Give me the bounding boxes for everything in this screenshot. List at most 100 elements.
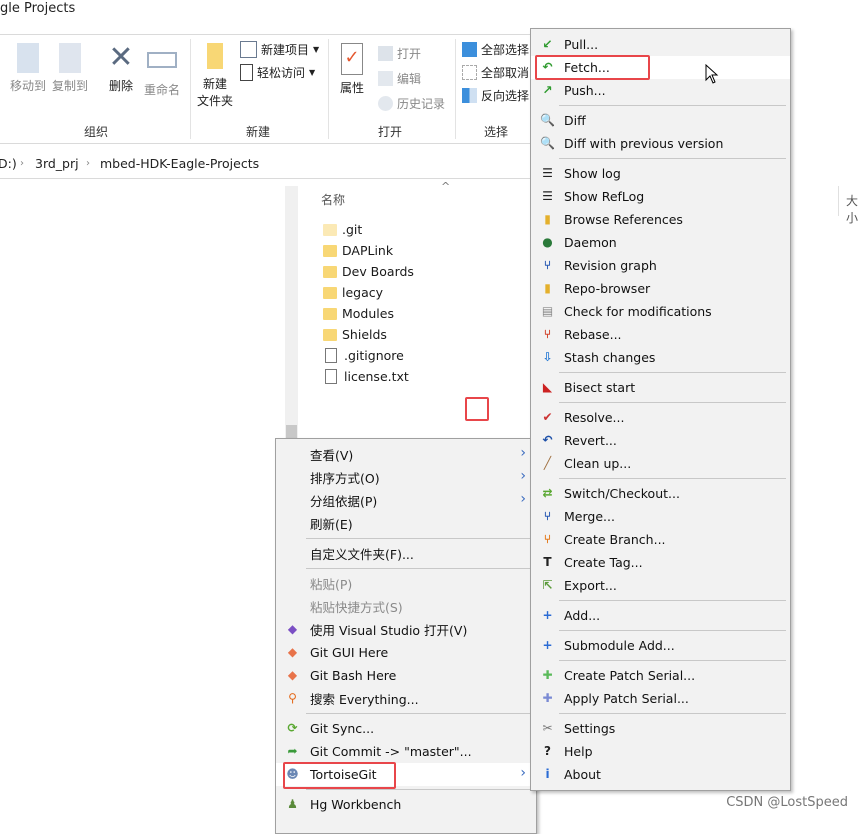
menu-item-help[interactable]: ? Help xyxy=(531,740,790,763)
history-icon xyxy=(378,96,393,111)
menu-item-v[interactable]: 查看(V) › xyxy=(276,443,536,466)
menu-item-label: Add... xyxy=(564,608,601,623)
easy-access-button[interactable]: 轻松访问 ▼ xyxy=(240,64,315,81)
address-bar[interactable]: D:) › 3rd_prj › mbed-HDK-Eagle-Projects xyxy=(0,150,540,179)
file-row[interactable]: .git xyxy=(323,219,362,240)
tortoisegit-submenu: ↙ Pull... ↶ Fetch... ↗ Push... 🔍 Diff 🔍 Diff with… xyxy=(530,28,791,791)
file-row[interactable]: Shields xyxy=(323,324,387,345)
menu-item-e[interactable]: 刷新(E) xyxy=(276,512,536,535)
menu-item-apply-patch-serial[interactable]: ✚ Apply Patch Serial... xyxy=(531,687,790,710)
menu-item-add[interactable]: + Add... xyxy=(531,604,790,627)
menu-item-create-patch-serial[interactable]: ✚ Create Patch Serial... xyxy=(531,664,790,687)
file-row[interactable]: license.txt xyxy=(323,366,409,387)
menu-item-visual-studio-v[interactable]: ◆ 使用 Visual Studio 打开(V) xyxy=(276,618,536,641)
column-header-size[interactable]: 大小 xyxy=(846,192,863,226)
new-item-button[interactable]: 新建项目 ▼ xyxy=(240,41,319,58)
menu-item-label: Repo-browser xyxy=(564,281,651,296)
copy-to-button[interactable]: 复制到 xyxy=(50,43,90,94)
menu-item-export[interactable]: ⇱ Export... xyxy=(531,574,790,597)
scrollbar-thumb[interactable] xyxy=(286,425,297,438)
menu-item-label: Push... xyxy=(564,83,606,98)
git-bash-icon: ◆ xyxy=(287,668,298,682)
menu-item-repo-browser[interactable]: ▮ Repo-browser xyxy=(531,277,790,300)
menu-item-revision-graph[interactable]: ⑂ Revision graph xyxy=(531,254,790,277)
menu-item-create-tag[interactable]: T Create Tag... xyxy=(531,551,790,574)
properties-button[interactable]: ✓ 属性 xyxy=(336,43,368,96)
menu-item-everything[interactable]: ⚲ 搜索 Everything... xyxy=(276,687,536,710)
apply-patch-icon: ✚ xyxy=(542,691,553,705)
folder-icon xyxy=(323,265,337,278)
file-row[interactable]: DAPLink xyxy=(323,240,393,261)
revert-icon: ↶ xyxy=(542,433,553,447)
breadcrumb-current[interactable]: mbed-HDK-Eagle-Projects xyxy=(100,156,259,171)
history-button[interactable]: 历史记录 xyxy=(378,95,445,112)
menu-item-p[interactable]: 分组依据(P) › xyxy=(276,489,536,512)
menu-item-stash-changes[interactable]: ⇩ Stash changes xyxy=(531,346,790,369)
new-folder-button[interactable]: 新建 文件夹 xyxy=(195,43,235,109)
menu-item-resolve[interactable]: ✔ Resolve... xyxy=(531,406,790,429)
menu-item-settings[interactable]: ✂ Settings xyxy=(531,717,790,740)
menu-item-git-commit-master[interactable]: ➦ Git Commit -> "master"... xyxy=(276,740,536,763)
menu-item-git-bash-here[interactable]: ◆ Git Bash Here xyxy=(276,664,536,687)
menu-item-diff-with-previous-version[interactable]: 🔍 Diff with previous version xyxy=(531,132,790,155)
menu-item-check-for-modifications[interactable]: ▤ Check for modifications xyxy=(531,300,790,323)
menu-item-show-log[interactable]: ☰ Show log xyxy=(531,162,790,185)
menu-item-git-gui-here[interactable]: ◆ Git GUI Here xyxy=(276,641,536,664)
file-row[interactable]: Modules xyxy=(323,303,394,324)
delete-button[interactable]: ✕ 删除 xyxy=(104,43,138,94)
highlight-box xyxy=(465,397,489,421)
menu-item-merge[interactable]: ⑂ Merge... xyxy=(531,505,790,528)
menu-item-clean-up[interactable]: ╱ Clean up... xyxy=(531,452,790,475)
menu-item-hg-workbench[interactable]: ♟ Hg Workbench xyxy=(276,793,536,816)
breadcrumb-3rd-prj[interactable]: 3rd_prj xyxy=(35,156,79,171)
select-all-button[interactable]: 全部选择 xyxy=(462,41,529,58)
file-row[interactable]: Dev Boards xyxy=(323,261,414,282)
menu-item-push[interactable]: ↗ Push... xyxy=(531,79,790,102)
menu-item-f[interactable]: 自定义文件夹(F)... xyxy=(276,542,536,565)
breadcrumb-drive[interactable]: D:) xyxy=(0,156,17,171)
menu-separator xyxy=(531,369,790,376)
menu-item-submodule-add[interactable]: + Submodule Add... xyxy=(531,634,790,657)
menu-item-label: Settings xyxy=(564,721,616,736)
nav-pane-scrollbar[interactable] xyxy=(285,186,298,440)
create-tag-icon: T xyxy=(543,555,552,569)
everything-search-icon: ⚲ xyxy=(288,691,297,705)
menu-item-pull[interactable]: ↙ Pull... xyxy=(531,33,790,56)
chevron-right-icon: › xyxy=(520,445,526,461)
menu-item-diff[interactable]: 🔍 Diff xyxy=(531,109,790,132)
select-none-button[interactable]: 全部取消 xyxy=(462,64,529,81)
menu-item-rebase[interactable]: ⑂ Rebase... xyxy=(531,323,790,346)
select-all-icon xyxy=(462,42,477,57)
menu-item-p[interactable]: 粘贴(P) xyxy=(276,572,536,595)
menu-item-label: 排序方式(O) xyxy=(310,471,380,486)
menu-item-about[interactable]: i About xyxy=(531,763,790,786)
menu-item-s[interactable]: 粘贴快捷方式(S) xyxy=(276,595,536,618)
invert-selection-button[interactable]: 反向选择 xyxy=(462,87,529,104)
pull-icon: ↙ xyxy=(542,37,553,51)
menu-item-label: 粘贴快捷方式(S) xyxy=(310,600,403,615)
menu-item-label: Git Sync... xyxy=(310,721,375,736)
dropdown-arrow-icon: ▼ xyxy=(309,68,316,77)
menu-item-git-sync[interactable]: ⟳ Git Sync... xyxy=(276,717,536,740)
menu-item-bisect-start[interactable]: ◣ Bisect start xyxy=(531,376,790,399)
menu-item-show-reflog[interactable]: ☰ Show RefLog xyxy=(531,185,790,208)
edit-button[interactable]: 编辑 xyxy=(378,70,421,87)
menu-item-create-branch[interactable]: ⑂ Create Branch... xyxy=(531,528,790,551)
mouse-cursor-icon xyxy=(705,64,719,84)
menu-item-browse-references[interactable]: ▮ Browse References xyxy=(531,208,790,231)
file-name: .gitignore xyxy=(344,348,404,363)
export-icon: ⇱ xyxy=(542,578,553,592)
file-row[interactable]: .gitignore xyxy=(323,345,404,366)
column-header-name[interactable]: 名称 xyxy=(321,191,345,208)
new-folder-label: 新建 xyxy=(202,77,227,91)
rename-button[interactable]: 重命名 xyxy=(142,43,182,98)
git-gui-icon: ◆ xyxy=(287,645,298,659)
menu-item-o[interactable]: 排序方式(O) › xyxy=(276,466,536,489)
menu-item-revert[interactable]: ↶ Revert... xyxy=(531,429,790,452)
move-to-button[interactable]: 移动到 xyxy=(8,43,48,94)
open-button[interactable]: 打开 xyxy=(378,45,421,62)
file-row[interactable]: legacy xyxy=(323,282,383,303)
menu-item-switch-checkout[interactable]: ⇄ Switch/Checkout... xyxy=(531,482,790,505)
menu-item-daemon[interactable]: ● Daemon xyxy=(531,231,790,254)
file-name: license.txt xyxy=(344,369,409,384)
